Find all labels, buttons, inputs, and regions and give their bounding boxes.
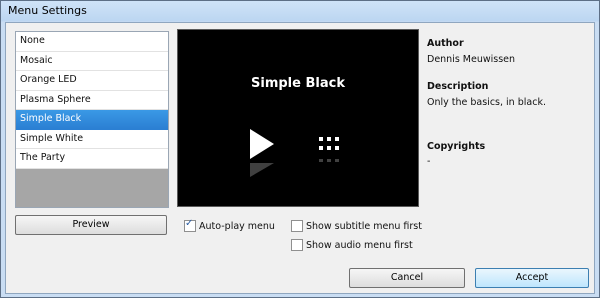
play-icon [250, 129, 274, 159]
audio-first-label: Show audio menu first [306, 239, 413, 251]
menu-settings-window: Menu Settings None Mosaic Orange LED Pla… [0, 0, 600, 298]
author-value: Dennis Meuwissen [427, 54, 516, 65]
list-item[interactable]: Orange LED [16, 71, 168, 91]
description-value: Only the basics, in black. [427, 97, 546, 108]
copyrights-label: Copyrights [427, 141, 486, 152]
cancel-button[interactable]: Cancel [349, 268, 465, 288]
list-item[interactable]: The Party [16, 149, 168, 169]
autoplay-checkbox[interactable]: ✓ Auto-play menu [184, 218, 275, 232]
window-title: Menu Settings [8, 4, 87, 17]
checkbox-box[interactable]: ✓ [184, 218, 196, 232]
list-item[interactable]: Simple White [16, 129, 168, 149]
subtitle-first-checkbox[interactable]: Show subtitle menu first [291, 220, 422, 232]
checkbox-box[interactable] [291, 239, 303, 251]
theme-preview: Simple Black [177, 29, 419, 207]
accept-button[interactable]: Accept [475, 268, 589, 288]
menu-dots-reflection-icon [319, 159, 339, 162]
preview-button[interactable]: Preview [15, 215, 167, 235]
description-label: Description [427, 81, 489, 92]
author-label: Author [427, 38, 464, 49]
list-item[interactable]: Plasma Sphere [16, 90, 168, 110]
checkbox-box[interactable] [291, 220, 303, 232]
theme-list[interactable]: None Mosaic Orange LED Plasma Sphere Sim… [15, 31, 169, 208]
copyrights-value: - [427, 156, 431, 167]
title-bar[interactable]: Menu Settings [1, 1, 599, 21]
autoplay-label: Auto-play menu [199, 220, 275, 232]
audio-first-checkbox[interactable]: Show audio menu first [291, 239, 413, 251]
subtitle-first-label: Show subtitle menu first [306, 220, 422, 232]
checkmark-icon: ✓ [185, 218, 194, 229]
dialog-body: None Mosaic Orange LED Plasma Sphere Sim… [5, 22, 595, 294]
preview-theme-title: Simple Black [251, 76, 345, 91]
play-reflection-icon [250, 163, 274, 177]
menu-dots-icon [319, 137, 339, 150]
list-item-selected[interactable]: Simple Black [16, 110, 168, 130]
list-item[interactable]: None [16, 32, 168, 52]
list-item[interactable]: Mosaic [16, 51, 168, 71]
